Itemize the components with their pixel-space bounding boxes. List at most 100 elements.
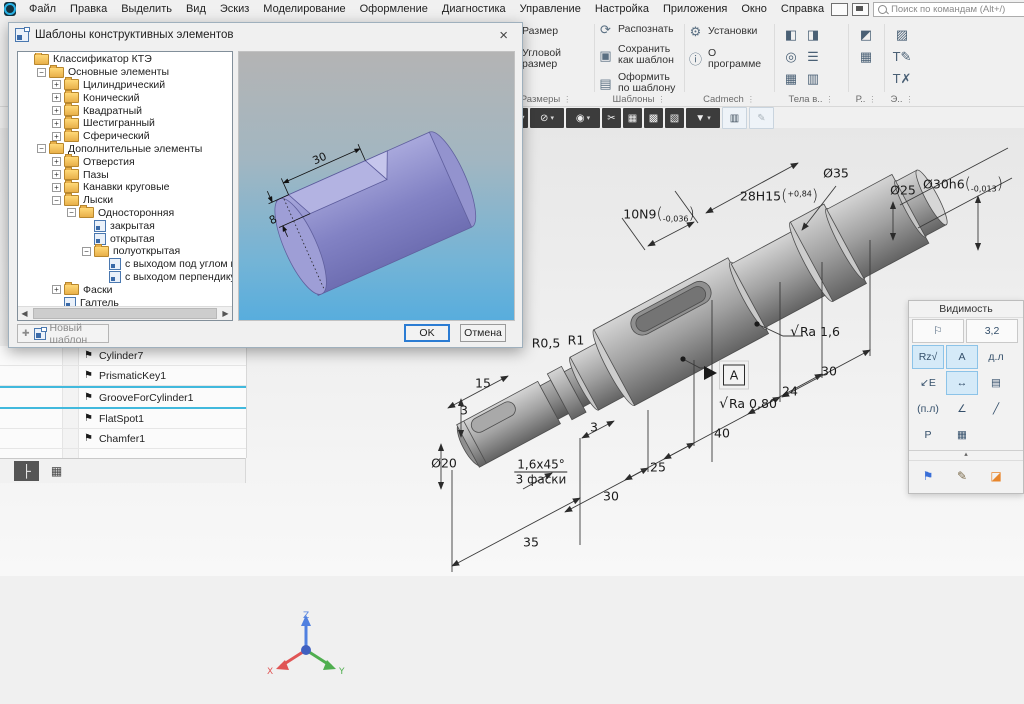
expand-icon[interactable]: +: [52, 132, 61, 141]
tree-node-17[interactable]: с выходом перпендикулярным лы: [18, 271, 232, 284]
dialog-close-icon[interactable]: ×: [491, 27, 516, 44]
solids-view-button[interactable]: ▩: [644, 108, 663, 128]
columns-button[interactable]: ▥: [722, 107, 747, 129]
menu-0[interactable]: Файл: [22, 1, 63, 17]
tree-node-12[interactable]: −Односторонняя: [18, 207, 232, 220]
ribbon-icon-e-group-0[interactable]: ▨: [890, 24, 914, 46]
menu-11[interactable]: Окно: [734, 1, 774, 17]
collapse-icon[interactable]: −: [37, 144, 46, 153]
line-visibility-button[interactable]: ╱: [980, 397, 1012, 421]
collapse-icon[interactable]: −: [82, 247, 91, 256]
hide-objects-button[interactable]: ⊘▾: [530, 108, 564, 128]
feature-row-Chamfer1[interactable]: ⚑Chamfer1: [0, 429, 246, 449]
grid-view-tab[interactable]: ▦: [44, 461, 69, 481]
ribbon-icon-bodies-3[interactable]: ☰: [802, 46, 824, 68]
ribbon-icon-bodies-2[interactable]: ◎: [780, 46, 802, 68]
ok-button[interactable]: OK: [404, 324, 450, 342]
ribbon-icon-p-group-0[interactable]: ◩: [854, 24, 878, 46]
ribbon-icon-e-group-2[interactable]: Т✗: [890, 68, 914, 90]
ribbon-icon-p-group-1[interactable]: ▦: [854, 46, 878, 68]
leader-visibility-button[interactable]: д.л: [980, 345, 1012, 369]
collapse-icon[interactable]: −: [37, 68, 46, 77]
folder-edit-button[interactable]: ✎: [949, 464, 975, 488]
collapse-icon[interactable]: −: [52, 196, 61, 205]
expand-icon[interactable]: +: [52, 106, 61, 115]
expand-icon[interactable]: +: [52, 285, 61, 294]
section-view-button[interactable]: ✂: [602, 108, 621, 128]
tree-horizontal-scrollbar[interactable]: ◀ ▶: [18, 306, 232, 320]
tree-node-3[interactable]: +Конический: [18, 91, 232, 104]
menu-8[interactable]: Управление: [513, 1, 588, 17]
cancel-button[interactable]: Отмена: [460, 324, 506, 342]
tree-node-5[interactable]: +Шестигранный: [18, 117, 232, 130]
tree-node-18[interactable]: +Фаски: [18, 283, 232, 296]
expand-icon[interactable]: +: [52, 170, 61, 179]
ribbon-icon-bodies-4[interactable]: ▦: [780, 68, 802, 90]
menu-10[interactable]: Приложения: [656, 1, 734, 17]
menu-3[interactable]: Вид: [179, 1, 213, 17]
tree-node-2[interactable]: +Цилиндрический: [18, 79, 232, 92]
ribbon-button-cadmech-0[interactable]: ⚙Установки: [688, 26, 770, 37]
collapse-icon[interactable]: −: [67, 208, 76, 217]
menu-12[interactable]: Справка: [774, 1, 831, 17]
roughness-visibility-button[interactable]: Rz√: [912, 345, 944, 369]
marks-visibility-button[interactable]: ↙Е: [912, 371, 944, 395]
tree-node-13[interactable]: закрытая: [18, 219, 232, 232]
tree-node-1[interactable]: −Основные элементы: [18, 66, 232, 79]
ribbon-icon-bodies-0[interactable]: ◧: [780, 24, 802, 46]
tree-node-16[interactable]: с выходом под углом к лыске: [18, 258, 232, 271]
template-preview[interactable]: 30 8: [238, 51, 515, 321]
datum-visibility-button[interactable]: A: [946, 345, 978, 369]
ribbon-button-templates-1[interactable]: ▣Сохранить как шаблон: [598, 44, 680, 66]
menu-4[interactable]: Эскиз: [213, 1, 256, 17]
ribbon-icon-e-group-1[interactable]: Т✎: [890, 46, 914, 68]
menu-7[interactable]: Диагностика: [435, 1, 513, 17]
ribbon-button-cadmech-1[interactable]: ⓘО программе: [688, 48, 770, 70]
feature-row-GrooveForCylinder1[interactable]: ⚑GrooveForCylinder1: [0, 386, 246, 409]
p-visibility-button[interactable]: P: [912, 423, 944, 447]
menu-5[interactable]: Моделирование: [256, 1, 352, 17]
collapse-arrow-icon[interactable]: ▴: [909, 450, 1023, 458]
tree-node-11[interactable]: −Лыски: [18, 194, 232, 207]
tree-node-4[interactable]: +Квадратный: [18, 104, 232, 117]
table-visibility-button[interactable]: ▤: [980, 371, 1012, 395]
display-mode-button[interactable]: ◉▾: [566, 108, 600, 128]
scroll-left-icon[interactable]: ◀: [18, 309, 31, 318]
expand-icon[interactable]: +: [52, 80, 61, 89]
flag-visibility-button[interactable]: ⚐: [912, 319, 964, 343]
tree-node-9[interactable]: +Пазы: [18, 168, 232, 181]
tree-node-14[interactable]: открытая: [18, 232, 232, 245]
dimension-visibility-button[interactable]: ↔: [946, 371, 978, 395]
orange-check-button[interactable]: ◪: [983, 464, 1009, 488]
ribbon-icon-bodies-5[interactable]: ▥: [802, 68, 824, 90]
ribbon-button-templates-0[interactable]: ⟳Распознать: [598, 24, 680, 35]
new-template-button[interactable]: ✚ Новый шаблон: [17, 324, 109, 343]
menu-6[interactable]: Оформление: [353, 1, 435, 17]
sheet-view-button[interactable]: ▦: [623, 108, 642, 128]
menu-9[interactable]: Настройка: [588, 1, 656, 17]
expand-icon[interactable]: +: [52, 93, 61, 102]
ribbon-button-templates-2[interactable]: ▤Оформить по шаблону: [598, 72, 680, 94]
edit-pencil-button[interactable]: ✎: [749, 107, 774, 129]
blue-flag-button[interactable]: ⚑: [915, 464, 941, 488]
dialog-titlebar[interactable]: Шаблоны конструктивных элементов ×: [9, 23, 522, 47]
tree-view-tab[interactable]: ├: [14, 461, 39, 481]
grid-visibility-button[interactable]: ▦: [946, 423, 978, 447]
scrollbar-thumb[interactable]: [33, 308, 217, 319]
menu-2[interactable]: Выделить: [114, 1, 179, 17]
window-layout-icon[interactable]: [831, 3, 848, 16]
filter-button[interactable]: ▼▾: [686, 108, 720, 128]
expand-icon[interactable]: +: [52, 157, 61, 166]
command-search-input[interactable]: Поиск по командам (Alt+/): [873, 2, 1024, 17]
feature-row-FlatSpot1[interactable]: ⚑FlatSpot1: [0, 409, 246, 429]
tree-node-8[interactable]: +Отверстия: [18, 155, 232, 168]
expand-icon[interactable]: +: [52, 183, 61, 192]
position-visibility-button[interactable]: (п.л): [912, 397, 944, 421]
tree-node-15[interactable]: −полуоткрытая: [18, 245, 232, 258]
expand-icon[interactable]: +: [52, 119, 61, 128]
tree-node-19[interactable]: Галтель: [18, 296, 232, 306]
feature-row-PrismaticKey1[interactable]: ⚑PrismaticKey1: [0, 366, 246, 386]
screen-view-icon[interactable]: [852, 3, 869, 16]
tree-node-10[interactable]: +Канавки круговые: [18, 181, 232, 194]
scroll-right-icon[interactable]: ▶: [219, 309, 232, 318]
